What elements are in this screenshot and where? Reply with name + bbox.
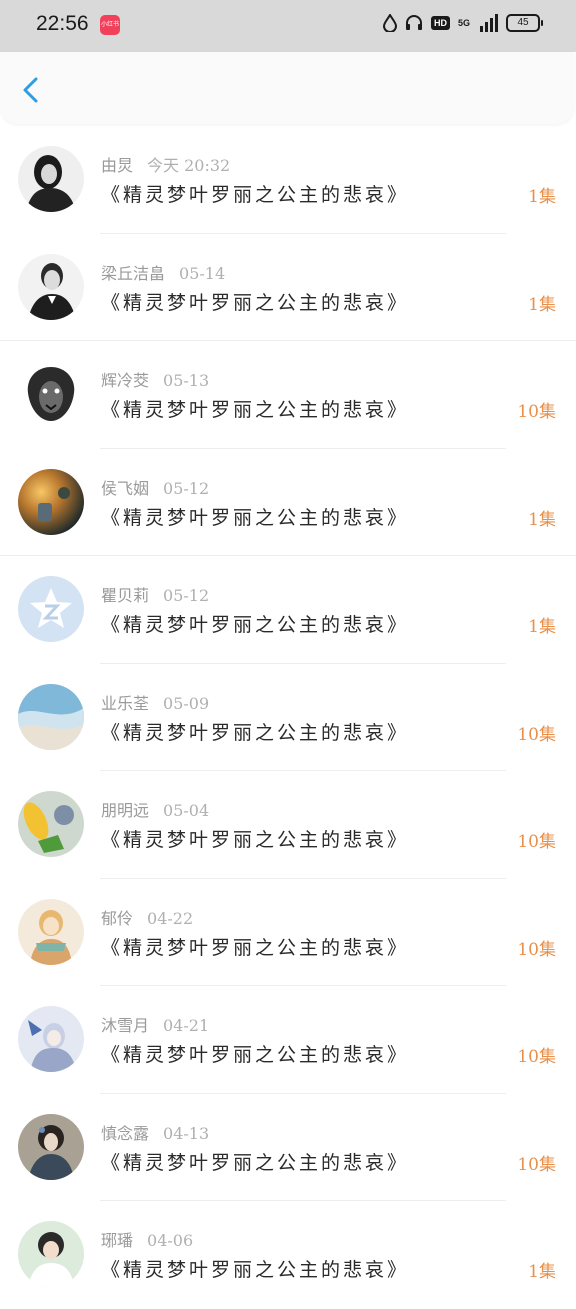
user-name: 梁丘洁畠	[101, 263, 166, 283]
user-name: 瞿贝莉	[101, 586, 150, 605]
date: 05-09	[163, 693, 210, 713]
user-name: 慎念露	[101, 1123, 150, 1143]
date: 04-06	[147, 1231, 194, 1250]
list-item[interactable]: 琊璠 04-06 《精灵梦叶罗丽之公主的悲哀》 1集	[0, 1201, 576, 1309]
user-name: 侯飞姻	[101, 478, 150, 498]
book-title: 《精灵梦叶罗丽之公主的悲哀》	[101, 399, 410, 421]
date: 05-14	[179, 263, 226, 283]
episode-count: 1集	[528, 187, 556, 207]
date: 05-12	[163, 586, 210, 605]
list-item[interactable]: 由炅 今天 20:32 《精灵梦叶罗丽之公主的悲哀》 1集	[0, 126, 576, 234]
list-item[interactable]: 沐雪月 04-21 《精灵梦叶罗丽之公主的悲哀》 10集	[0, 986, 576, 1094]
user-name-and-date: 沐雪月 04-21	[101, 1012, 209, 1036]
date: 今天 20:32	[147, 156, 231, 175]
back-button[interactable]	[18, 76, 46, 104]
status-time: 22:56	[36, 12, 89, 35]
avatar	[18, 1221, 84, 1287]
list-item[interactable]: 瞿贝莉 05-12 《精灵梦叶罗丽之公主的悲哀》 1集	[0, 556, 576, 664]
avatar	[18, 898, 84, 965]
book-title: 《精灵梦叶罗丽之公主的悲哀》	[101, 829, 410, 851]
avatar	[18, 576, 84, 642]
user-name-and-date: 辉冷茭 05-13	[101, 367, 209, 391]
status-icons: HD 5G 45	[382, 14, 543, 32]
app-notification-icon: 小红书	[100, 15, 120, 35]
headphones-icon	[405, 15, 422, 30]
user-name-and-date: 由炅 今天 20:32	[101, 152, 230, 176]
book-title: 《精灵梦叶罗丽之公主的悲哀》	[101, 184, 410, 206]
list-item[interactable]: 辉冷茭 05-13 《精灵梦叶罗丽之公主的悲哀》 10集	[0, 341, 576, 449]
avatar	[18, 1113, 84, 1180]
date: 04-22	[147, 908, 194, 928]
avatar	[18, 683, 84, 750]
status-bar: 22:56 小红书 HD 5G 45	[0, 0, 576, 52]
user-name: 郁伶	[101, 908, 134, 928]
signal-icon	[480, 14, 498, 32]
episode-count: 10集	[517, 832, 556, 852]
user-name-and-date: 朋明远 05-04	[101, 797, 209, 821]
date: 04-21	[163, 1016, 210, 1035]
date: 05-12	[163, 478, 210, 498]
list-item[interactable]: 梁丘洁畠 05-14 《精灵梦叶罗丽之公主的悲哀》 1集	[0, 234, 576, 341]
hd-icon: HD	[430, 16, 450, 30]
user-name: 由炅	[101, 156, 134, 175]
network-type: 5G	[457, 18, 470, 28]
list-item[interactable]: 业乐荃 05-09 《精灵梦叶罗丽之公主的悲哀》 10集	[0, 664, 576, 771]
top-nav-bar	[0, 52, 574, 124]
battery-icon: 45	[506, 14, 543, 32]
list-item[interactable]: 慎念露 04-13 《精灵梦叶罗丽之公主的悲哀》 10集	[0, 1094, 576, 1201]
record-list: 由炅 今天 20:32 《精灵梦叶罗丽之公主的悲哀》 1集 梁丘洁畠 05-14 《…	[0, 126, 576, 1309]
book-title: 《精灵梦叶罗丽之公主的悲哀》	[101, 614, 410, 636]
list-item[interactable]: 朋明远 05-04 《精灵梦叶罗丽之公主的悲哀》 10集	[0, 771, 576, 879]
date: 05-13	[163, 371, 210, 390]
episode-count: 1集	[528, 617, 556, 637]
episode-count: 1集	[528, 294, 556, 315]
user-name-and-date: 梁丘洁畠 05-14	[101, 260, 225, 284]
book-title: 《精灵梦叶罗丽之公主的悲哀》	[101, 721, 410, 744]
book-title: 《精灵梦叶罗丽之公主的悲哀》	[101, 1044, 410, 1066]
avatar	[18, 253, 84, 320]
book-title: 《精灵梦叶罗丽之公主的悲哀》	[101, 1259, 410, 1281]
user-name-and-date: 慎念露 04-13	[101, 1120, 209, 1144]
book-title: 《精灵梦叶罗丽之公主的悲哀》	[101, 936, 410, 959]
episode-count: 1集	[528, 1262, 556, 1282]
user-name-and-date: 业乐荃 05-09	[101, 690, 209, 714]
user-name-and-date: 郁伶 04-22	[101, 905, 193, 929]
list-item[interactable]: 郁伶 04-22 《精灵梦叶罗丽之公主的悲哀》 10集	[0, 879, 576, 986]
episode-count: 10集	[517, 939, 556, 960]
episode-count: 10集	[517, 724, 556, 745]
avatar	[18, 1006, 84, 1072]
avatar	[18, 361, 84, 427]
user-name-and-date: 琊璠 04-06	[101, 1227, 193, 1251]
episode-count: 1集	[528, 509, 556, 530]
episode-count: 10集	[517, 1154, 556, 1175]
water-drop-icon	[382, 14, 397, 32]
list-item[interactable]: 侯飞姻 05-12 《精灵梦叶罗丽之公主的悲哀》 1集	[0, 449, 576, 556]
avatar	[18, 791, 84, 857]
book-title: 《精灵梦叶罗丽之公主的悲哀》	[101, 1151, 410, 1174]
book-title: 《精灵梦叶罗丽之公主的悲哀》	[101, 291, 410, 314]
date: 04-13	[163, 1123, 210, 1143]
user-name: 沐雪月	[101, 1016, 150, 1035]
user-name-and-date: 瞿贝莉 05-12	[101, 582, 209, 606]
user-name: 朋明远	[101, 801, 150, 820]
user-name: 业乐荃	[101, 693, 150, 713]
avatar	[18, 146, 84, 212]
episode-count: 10集	[517, 1047, 556, 1067]
user-name: 琊璠	[101, 1231, 134, 1250]
user-name-and-date: 侯飞姻 05-12	[101, 475, 209, 499]
date: 05-04	[163, 801, 210, 820]
user-name: 辉冷茭	[101, 371, 150, 390]
episode-count: 10集	[517, 402, 556, 422]
avatar	[18, 468, 84, 535]
book-title: 《精灵梦叶罗丽之公主的悲哀》	[101, 506, 410, 529]
